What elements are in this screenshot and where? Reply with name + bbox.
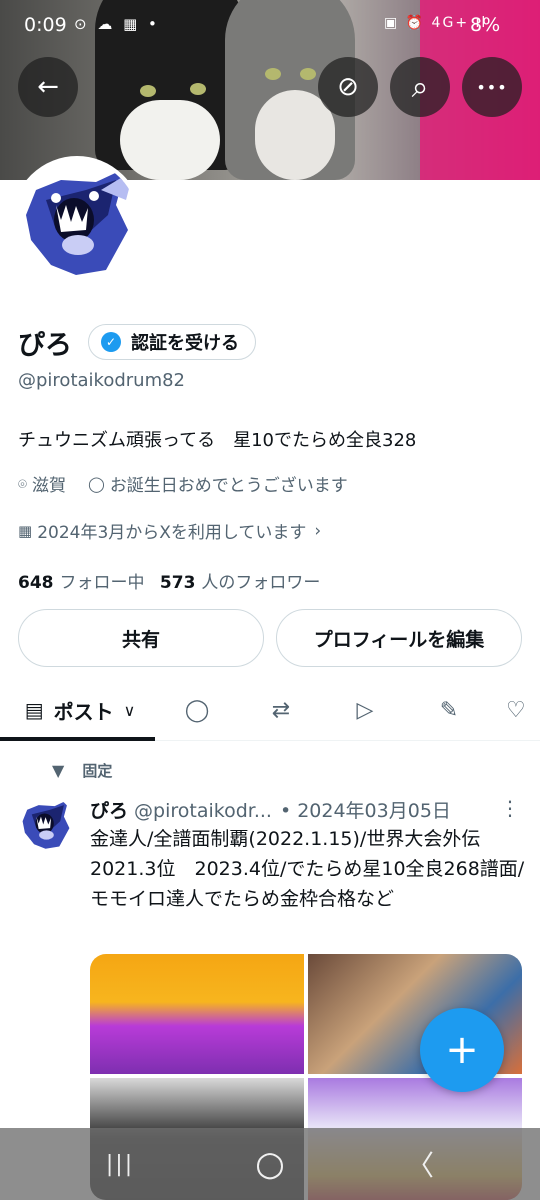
pin-icon: ▼ [52, 761, 65, 780]
heart-icon: ♡ [506, 697, 526, 723]
share-label: 共有 [121, 628, 160, 651]
android-nav-bar: ||| ○ 〈 [0, 1128, 540, 1200]
followers-count: 573 [159, 573, 196, 593]
avatar-monster-image [16, 160, 138, 282]
profile-tabs: ▤ ポスト ∨ ◯ ⇄ ▷ ✎ ♡ [0, 680, 540, 741]
posts-icon: ▤ [24, 698, 44, 722]
banner-cat-eye [140, 85, 156, 97]
recents-icon: ||| [105, 1151, 135, 1177]
grok-icon: ⊘ [337, 72, 359, 102]
edit-profile-button[interactable]: プロフィールを編集 [276, 609, 522, 667]
banner-cat-eye [265, 68, 281, 80]
post-text: 金達人/全譜面制覇(2022.1.15)/世界大会外伝2021.3位 2023.… [90, 828, 525, 910]
home-button[interactable]: ○ [230, 1128, 310, 1200]
pinned-indicator: ▼ 固定 [52, 760, 112, 781]
edit-profile-label: プロフィールを編集 [313, 628, 485, 651]
more-button[interactable]: ••• [462, 57, 522, 117]
following-label: フォロー中 [59, 573, 145, 593]
tab-reposts[interactable]: ⇄ [254, 680, 308, 740]
profile-meta-row: ⌾ 滋賀 ◯ お誕生日おめでとうございます [18, 471, 348, 497]
back-nav-icon: 〈 [405, 1149, 434, 1182]
grok-button[interactable]: ⊘ [318, 57, 378, 117]
birthday-note: お誕生日おめでとうございます [109, 476, 348, 496]
post-author-name[interactable]: ぴろ [90, 800, 128, 822]
avatar[interactable] [12, 156, 142, 286]
search-button[interactable]: ⌕ [390, 57, 450, 117]
home-icon: ○ [255, 1144, 285, 1184]
followers-link[interactable]: 573 人のフォロワー [160, 573, 321, 593]
profile-location: 滋賀 [32, 476, 67, 496]
avatar-monster-image [18, 796, 74, 852]
post-more-icon[interactable]: ⋮ [500, 796, 520, 820]
get-verified-label: 認証を受ける [131, 333, 239, 354]
search-icon: ⌕ [411, 69, 429, 105]
banner-cat-eye [190, 83, 206, 95]
chevron-down-icon: ∨ [123, 700, 136, 720]
pinned-label: 固定 [82, 762, 113, 780]
following-count: 648 [18, 573, 54, 593]
back-button[interactable]: ← [18, 57, 78, 117]
banner-cat-black-chest [120, 100, 220, 180]
tab-likes[interactable]: ♡ [506, 680, 540, 740]
profile-name: ぴろ [18, 330, 72, 361]
status-bar: 0:09 ⊙ ☁ ▦ • ▣ ⏰ 4G+ ıl 8% [0, 0, 540, 52]
article-icon: ✎ [439, 697, 459, 723]
compose-post-button[interactable]: + [420, 1008, 504, 1092]
plus-icon: + [445, 1027, 479, 1073]
balloon-icon: ◯ [88, 474, 105, 493]
location-pin-icon: ⌾ [18, 474, 28, 493]
recents-button[interactable]: ||| [80, 1128, 160, 1200]
banner-cat-eye [300, 68, 316, 80]
arrow-left-icon: ← [37, 72, 59, 102]
reply-bubble-icon: ◯ [184, 697, 210, 723]
post-author-handle[interactable]: @pirotaikodr... [134, 800, 272, 822]
calendar-icon: ▦ [18, 521, 33, 540]
tab-articles[interactable]: ✎ [422, 680, 476, 740]
more-icon: ••• [476, 77, 508, 97]
get-verified-button[interactable]: ✓ 認証を受ける [88, 324, 256, 360]
chevron-right-icon: › [314, 520, 322, 541]
status-time: 0:09 [24, 14, 67, 36]
tab-posts-label: ポスト [53, 699, 114, 724]
tab-posts[interactable]: ▤ ポスト ∨ [12, 680, 148, 740]
profile-bio: チュウニズム頑張ってる 星10でたらめ全良328 [18, 430, 417, 451]
profile-handle: @pirotaikodrum82 [18, 370, 186, 391]
back-nav-button[interactable]: 〈 [380, 1128, 460, 1200]
post-header: ぴろ @pirotaikodr... • 2024年03月05日 [90, 796, 451, 823]
joined-row[interactable]: ▦ 2024年3月からXを利用しています › [18, 518, 322, 544]
tab-videos[interactable]: ▷ [338, 680, 392, 740]
verified-badge-icon: ✓ [101, 332, 121, 352]
tab-replies[interactable]: ◯ [170, 680, 224, 740]
repost-icon: ⇄ [271, 697, 291, 723]
battery-percent: 8% [470, 14, 501, 36]
post-date: • 2024年03月05日 [279, 800, 451, 822]
following-link[interactable]: 648 フォロー中 [18, 573, 145, 593]
followers-label: 人のフォロワー [201, 573, 321, 593]
follow-stats: 648 フォロー中 573 人のフォロワー [18, 568, 320, 593]
video-icon: ▷ [356, 697, 374, 723]
media-image-1[interactable] [90, 954, 304, 1074]
status-notification-icons: ⊙ ☁ ▦ • [74, 15, 160, 33]
post-author-avatar[interactable] [18, 796, 74, 852]
active-tab-indicator [0, 737, 155, 741]
share-button[interactable]: 共有 [18, 609, 264, 667]
profile-joined: 2024年3月からXを利用しています [37, 523, 307, 543]
